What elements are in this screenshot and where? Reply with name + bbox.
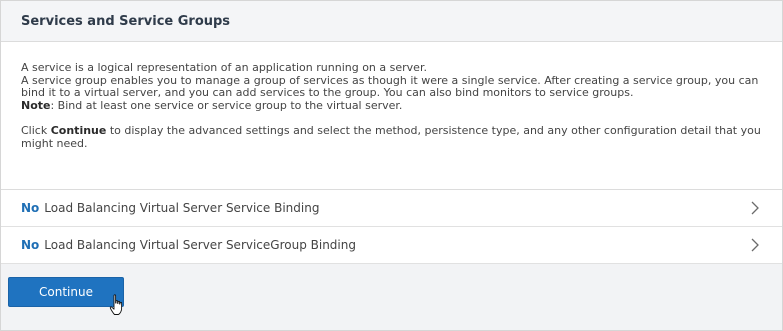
chevron-right-icon[interactable] bbox=[748, 201, 762, 215]
click-prefix: Click bbox=[21, 124, 51, 137]
description-line-2: A service group enables you to manage a … bbox=[21, 73, 759, 99]
servicegroup-binding-label: Load Balancing Virtual Server ServiceGro… bbox=[44, 238, 356, 252]
service-binding-label: Load Balancing Virtual Server Service Bi… bbox=[44, 201, 320, 215]
servicegroup-binding-count: No bbox=[21, 238, 40, 252]
description-continue-hint: Click Continue to display the advanced s… bbox=[21, 124, 762, 150]
note-label: Note bbox=[21, 98, 51, 112]
description-note: Note: Bind at least one service or servi… bbox=[21, 98, 762, 113]
panel-title: Services and Service Groups bbox=[21, 13, 231, 29]
service-binding-count: No bbox=[21, 201, 40, 215]
services-panel: Services and Service Groups A service is… bbox=[0, 0, 783, 331]
panel-footer: Continue bbox=[1, 264, 782, 319]
note-text: : Bind at least one service or service g… bbox=[50, 98, 403, 112]
service-binding-row[interactable]: No Load Balancing Virtual Server Service… bbox=[1, 190, 782, 227]
click-continue-bold: Continue bbox=[50, 124, 107, 137]
servicegroup-binding-row[interactable]: No Load Balancing Virtual Server Service… bbox=[1, 227, 782, 264]
hand-pointer-icon bbox=[109, 294, 125, 316]
description-block: A service is a logical representation of… bbox=[1, 42, 782, 190]
panel-header: Services and Service Groups bbox=[1, 1, 782, 42]
description-line-1: A service is a logical representation of… bbox=[21, 61, 427, 74]
continue-button[interactable]: Continue bbox=[8, 276, 124, 307]
chevron-right-icon[interactable] bbox=[748, 238, 762, 252]
click-suffix: to display the advanced settings and sel… bbox=[21, 124, 761, 150]
